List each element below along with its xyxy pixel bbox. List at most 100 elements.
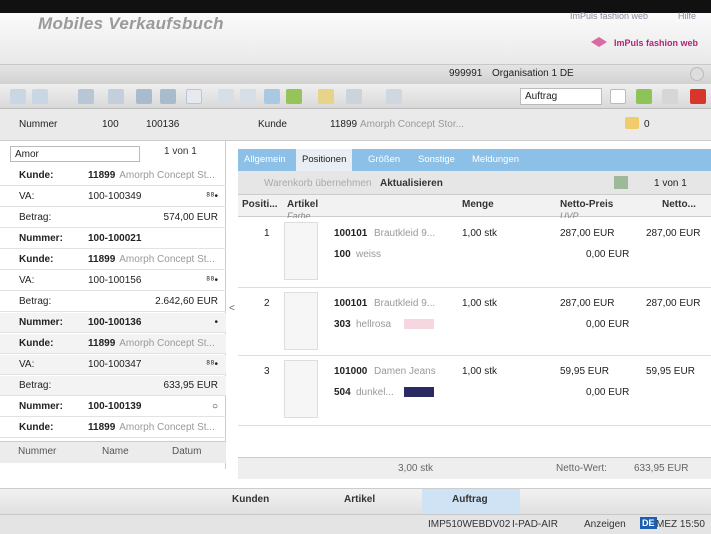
export-icon[interactable] [636,89,652,104]
list-item[interactable]: Nummer: 100-100136 • [0,313,226,333]
nav-auftrag[interactable]: Auftrag [452,494,488,505]
list-item[interactable]: Kunde: 11899 Amorph Concept St... [0,334,226,354]
list-item-value-main: 11899 [88,422,116,433]
home-icon[interactable] [614,176,628,189]
list-item[interactable]: VA: 100-100349 ⁸⁸• [0,187,226,207]
quantity: 1,00 stk [462,298,498,309]
settings-icon[interactable] [662,89,678,104]
nav-kunden[interactable]: Kunden [232,494,269,505]
filter-icon[interactable] [108,89,124,104]
article-image[interactable] [284,222,318,280]
list-item[interactable]: Kunde: 11899 Amorph Concept St... [0,418,226,438]
position-number: 3 [264,366,270,377]
list-item[interactable]: VA: 100-100347 ⁸⁸• [0,355,226,375]
brand-link[interactable]: ImPuls fashion web [570,11,648,21]
cart-icon[interactable] [625,117,639,129]
color-name: weiss [356,249,382,260]
list-item[interactable]: Betrag: 2.642,60 EUR [0,292,226,312]
print-icon[interactable] [386,89,402,104]
list-item-value-detail: Amorph Concept St... [119,254,215,265]
list-item[interactable]: Kunde: 11899 Amorph Concept St... [0,166,226,186]
org-search-icon[interactable] [690,67,704,81]
org-code: 999991 [449,68,483,79]
tab-positionen[interactable]: Positionen [296,149,353,171]
order-search-input[interactable]: Amor [10,146,140,162]
save-icon[interactable] [218,89,234,104]
help-link[interactable]: Hilfe [678,11,696,21]
article-number: 101000 [334,366,368,377]
tab-groessen[interactable]: Größen [362,149,406,171]
copy-icon[interactable] [240,89,256,104]
refresh-button[interactable]: Aktualisieren [380,178,443,189]
status-time: MEZ 15:50 [656,519,705,530]
sort-tab-nummer[interactable]: Nummer [18,446,56,457]
tab-sonstige[interactable]: Sonstige [412,149,461,171]
col-artikel[interactable]: Artikel [287,199,318,210]
back-icon[interactable] [10,89,26,104]
list-item-right: ⁸⁸• [206,191,218,202]
edit-icon[interactable] [264,89,280,104]
collapse-pane-icon[interactable]: < [229,303,235,314]
col-position[interactable]: Positi... [242,199,278,210]
list-item-value: 100-100349 [88,191,141,202]
sort-tab-datum[interactable]: Datum [172,446,201,457]
brand-text: ImPuls fashion web [614,38,699,48]
tab-allgemein[interactable]: Allgemein [238,149,292,171]
confirm-icon[interactable] [286,89,302,104]
net-total: 59,95 EUR [646,366,695,377]
color-swatch [404,387,434,397]
forward-icon[interactable] [32,89,48,104]
positions-pager: 1 von 1 [654,178,687,189]
list-item-value-main: 100-100021 [88,233,142,244]
list-item-right: ○ [211,401,218,412]
uvp-price: 0,00 EUR [586,387,630,398]
tab-meldungen[interactable]: Meldungen [466,149,525,171]
close-icon[interactable] [690,89,706,104]
article-image[interactable] [284,360,318,418]
cart-transfer-button[interactable]: Warenkorb übernehmen [264,178,371,189]
col-menge[interactable]: Menge [462,199,494,210]
color-name: hellrosa [356,319,392,330]
new-document-icon[interactable] [186,89,202,104]
list-item[interactable]: Nummer: 100-100139 ○ [0,397,226,417]
attachment-icon[interactable] [318,89,334,104]
article-name: Damen Jeans [374,366,436,377]
chevron-down-icon[interactable] [610,89,626,104]
document-type-select[interactable]: Auftrag [520,88,602,105]
list-icon[interactable] [136,89,152,104]
list-item-value: 11899 Amorph Concept St... [88,170,215,181]
net-price: 287,00 EUR [560,298,615,309]
sort-tab-name[interactable]: Name [102,446,129,457]
kunde-name[interactable]: Amorph Concept Stor... [360,119,464,130]
col-netto[interactable]: Netto... [662,199,696,210]
list-item[interactable]: Nummer: 100-100021 [0,229,226,249]
order-list-pager-text: 1 von 1 [164,146,197,157]
color-number: 504 [334,387,351,398]
uvp-price: 0,00 EUR [586,319,630,330]
net-price: 287,00 EUR [560,228,615,239]
list-item-value: 11899 Amorph Concept St... [88,254,215,265]
list-item-key: VA: [19,359,35,370]
list-item[interactable]: Kunde: 11899 Amorph Concept St... [0,250,226,270]
nummer-value[interactable]: 100136 [146,119,179,130]
article-image[interactable] [284,292,318,350]
position-number: 2 [264,298,270,309]
search-icon[interactable] [78,89,94,104]
color-swatch [404,249,434,259]
pointer-icon[interactable] [346,89,362,104]
list-item-key: Betrag: [19,380,52,391]
list-item-value-detail: Amorph Concept St... [119,422,215,433]
col-netto-preis[interactable]: Netto-Preis [560,199,613,210]
list-item-value: 11899 Amorph Concept St... [88,338,215,349]
org-name[interactable]: Organisation 1 DE [492,68,574,79]
list-item[interactable]: Betrag: 574,00 EUR [0,208,226,228]
list-item[interactable]: VA: 100-100156 ⁸⁸• [0,271,226,291]
list-item[interactable]: Betrag: 633,95 EUR [0,376,226,396]
app-title: Mobiles Verkaufsbuch [38,14,224,33]
status-show[interactable]: Anzeigen [584,519,626,530]
nav-artikel[interactable]: Artikel [344,494,375,505]
language-badge[interactable]: DE [640,517,657,529]
grid-icon[interactable] [160,89,176,104]
list-item-value-main: 100-100139 [88,401,142,412]
article-number: 100101 [334,228,368,239]
